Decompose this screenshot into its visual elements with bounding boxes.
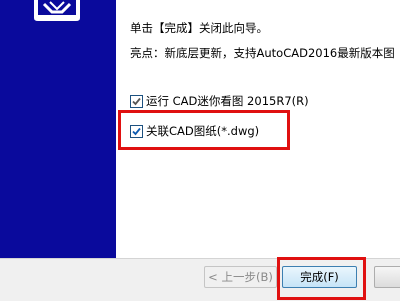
run-viewer-checkbox[interactable]: [130, 94, 143, 108]
wizard-sidebar: [0, 0, 116, 258]
finish-instruction-text: 单击【完成】关闭此向导。: [130, 21, 268, 35]
run-viewer-label: 运行 CAD迷你看图 2015R7(R): [146, 94, 309, 108]
run-viewer-option[interactable]: 运行 CAD迷你看图 2015R7(R): [130, 93, 309, 109]
cad-logo-icon: [32, 0, 82, 22]
highlight-text: 亮点：新底层更新，支持AutoCAD2016最新版本图: [130, 46, 395, 60]
back-button[interactable]: < 上一步(B): [204, 266, 277, 288]
finish-highlight-box: [277, 257, 366, 300]
option-highlight-box: [118, 110, 290, 150]
cancel-button[interactable]: [374, 266, 400, 288]
